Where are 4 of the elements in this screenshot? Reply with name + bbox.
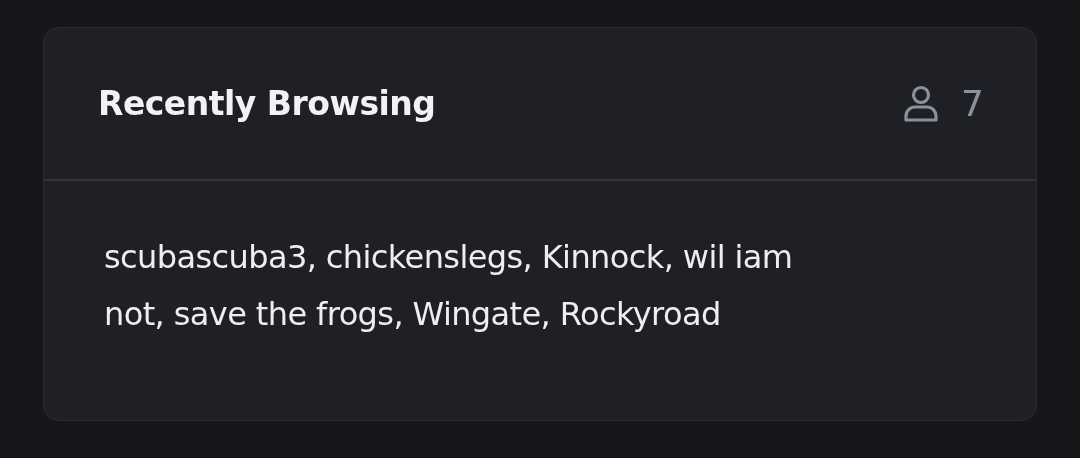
viewer-count: 7	[961, 83, 984, 124]
user-list: scubascuba3, chickenslegs, Kinnock, wil iam not, save the frogs, Wingate, Rockyroad	[104, 229, 824, 343]
person-icon	[903, 84, 940, 123]
card-title: Recently Browsing	[98, 84, 436, 123]
